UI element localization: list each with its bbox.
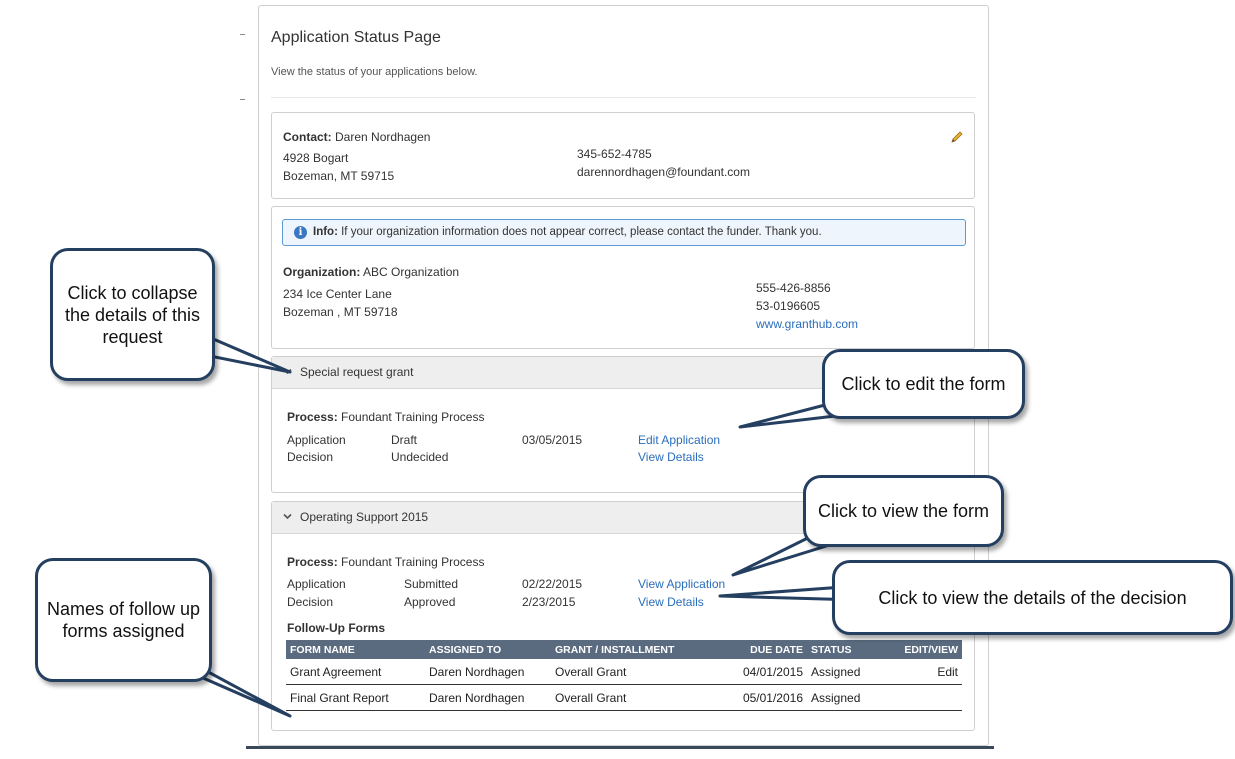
row-type: Decision bbox=[287, 450, 334, 464]
row-status: Draft bbox=[391, 433, 418, 447]
row-type: Application bbox=[287, 577, 346, 591]
status-cell: Assigned bbox=[807, 684, 877, 711]
chevron-down-icon[interactable] bbox=[283, 512, 292, 521]
column-header: STATUS bbox=[807, 640, 877, 659]
column-header: ASSIGNED TO bbox=[425, 640, 551, 659]
row-type: Application bbox=[287, 433, 346, 447]
edit-link[interactable]: Edit bbox=[877, 659, 962, 685]
organization-name: ABC Organization bbox=[363, 265, 460, 279]
callout-collapse: Click to collapse the details of this re… bbox=[50, 248, 215, 381]
organization-heading: Organization: ABC Organization bbox=[283, 265, 459, 279]
process-name: Foundant Training Process bbox=[341, 555, 485, 569]
assigned-to-cell: Daren Nordhagen bbox=[425, 659, 551, 685]
edit-view-cell bbox=[877, 684, 962, 711]
row-type: Decision bbox=[287, 595, 334, 609]
row-date: 2/23/2015 bbox=[522, 595, 576, 609]
process-name: Foundant Training Process bbox=[341, 410, 485, 424]
table-row: Final Grant Report Daren Nordhagen Overa… bbox=[286, 684, 962, 711]
contact-address-line2: Bozeman, MT 59715 bbox=[283, 169, 395, 183]
grant-cell: Overall Grant bbox=[551, 684, 731, 711]
contact-heading: Contact: Daren Nordhagen bbox=[283, 130, 430, 144]
organization-address-line2: Bozeman , MT 59718 bbox=[283, 305, 398, 319]
table-header-row: FORM NAME ASSIGNED TO GRANT / INSTALLMEN… bbox=[286, 640, 962, 659]
organization-tax-id: 53-0196605 bbox=[756, 299, 821, 313]
row-date: 02/22/2015 bbox=[522, 577, 583, 591]
due-date-cell: 04/01/2015 bbox=[731, 659, 807, 685]
status-cell: Assigned bbox=[807, 659, 877, 685]
form-name-cell: Final Grant Report bbox=[286, 684, 425, 711]
process-label: Process: bbox=[287, 555, 338, 569]
callout-edit-form: Click to edit the form bbox=[822, 349, 1025, 419]
margin-dash bbox=[240, 99, 245, 100]
chevron-down-icon[interactable] bbox=[283, 367, 292, 376]
info-alert: i Info: If your organization information… bbox=[282, 219, 966, 246]
assigned-to-cell: Daren Nordhagen bbox=[425, 684, 551, 711]
edit-application-link[interactable]: Edit Application bbox=[638, 433, 720, 447]
info-label: Info: bbox=[313, 226, 338, 238]
form-name-cell: Grant Agreement bbox=[286, 659, 425, 685]
contact-name: Daren Nordhagen bbox=[335, 130, 431, 144]
contact-label: Contact: bbox=[283, 130, 332, 144]
due-date-cell: 05/01/2016 bbox=[731, 684, 807, 711]
page-title: Application Status Page bbox=[271, 29, 441, 46]
callout-followup-names: Names of follow up forms assigned bbox=[35, 558, 212, 682]
organization-phone: 555-426-8856 bbox=[756, 281, 831, 295]
request-title: Operating Support 2015 bbox=[300, 510, 429, 524]
callout-view-decision: Click to view the details of the decisio… bbox=[832, 560, 1233, 635]
row-status: Submitted bbox=[404, 577, 459, 591]
row-status: Undecided bbox=[391, 450, 449, 464]
organization-box: i Info: If your organization information… bbox=[271, 206, 975, 349]
followup-forms-table: FORM NAME ASSIGNED TO GRANT / INSTALLMEN… bbox=[286, 640, 962, 711]
column-header: GRANT / INSTALLMENT bbox=[551, 640, 731, 659]
contact-box: Contact: Daren Nordhagen 4928 Bogart Boz… bbox=[271, 112, 975, 199]
page-subtitle: View the status of your applications bel… bbox=[271, 66, 478, 78]
callout-view-form: Click to view the form bbox=[803, 475, 1004, 547]
process-label: Process: bbox=[287, 410, 338, 424]
column-header: EDIT/VIEW bbox=[877, 640, 962, 659]
info-text: If your organization information does no… bbox=[341, 226, 822, 238]
request-title: Special request grant bbox=[300, 365, 414, 379]
contact-email: darennordhagen@foundant.com bbox=[577, 165, 750, 179]
info-icon: i bbox=[294, 226, 307, 239]
row-date: 03/05/2015 bbox=[522, 433, 583, 447]
organization-label: Organization: bbox=[283, 265, 361, 279]
grant-cell: Overall Grant bbox=[551, 659, 731, 685]
pencil-icon[interactable] bbox=[950, 130, 964, 144]
margin-dash bbox=[240, 34, 245, 35]
column-header: FORM NAME bbox=[286, 640, 425, 659]
bottom-bar bbox=[246, 746, 994, 749]
row-status: Approved bbox=[404, 595, 456, 609]
table-row: Grant Agreement Daren Nordhagen Overall … bbox=[286, 659, 962, 685]
process-line: Process: Foundant Training Process bbox=[287, 555, 484, 569]
followup-title: Follow-Up Forms bbox=[287, 621, 385, 635]
organization-address-line1: 234 Ice Center Lane bbox=[283, 287, 392, 301]
info-message: Info: If your organization information d… bbox=[313, 226, 822, 238]
view-application-link[interactable]: View Application bbox=[638, 577, 725, 591]
divider bbox=[271, 97, 976, 98]
contact-phone: 345-652-4785 bbox=[577, 147, 652, 161]
process-line: Process: Foundant Training Process bbox=[287, 410, 484, 424]
column-header: DUE DATE bbox=[731, 640, 807, 659]
contact-address-line1: 4928 Bogart bbox=[283, 151, 349, 165]
view-details-link[interactable]: View Details bbox=[638, 595, 704, 609]
view-details-link[interactable]: View Details bbox=[638, 450, 704, 464]
organization-website-link[interactable]: www.granthub.com bbox=[756, 317, 858, 331]
